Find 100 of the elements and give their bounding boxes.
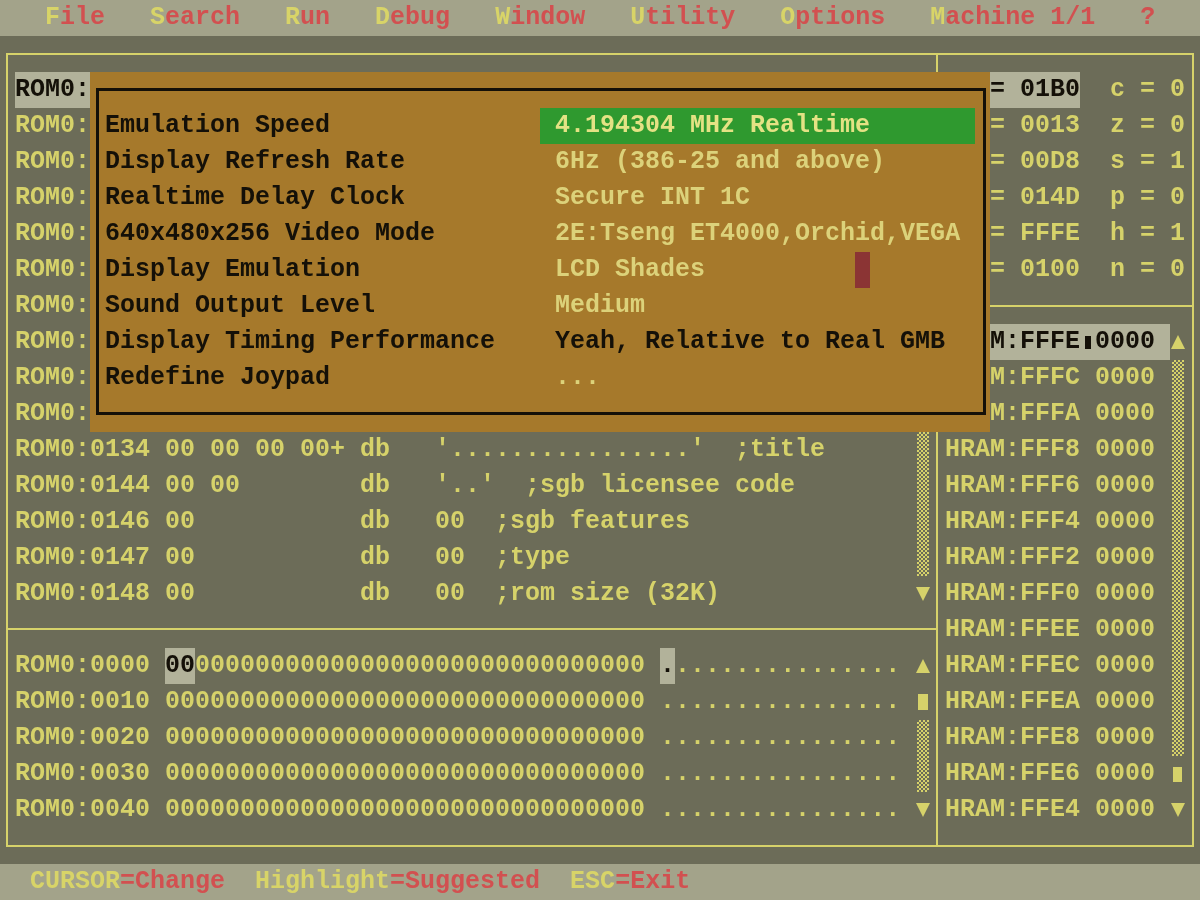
line-address: ROM0:: [15, 290, 90, 322]
operand: '................': [435, 434, 706, 466]
mnemonic: db: [360, 470, 391, 502]
line-address: ROM0:: [15, 398, 90, 430]
line-address: ROM0:0147: [15, 542, 151, 574]
hex-bytes: 00000000000000000000000000000000: [165, 794, 646, 826]
operand: '..': [435, 470, 496, 502]
down-arrow-icon[interactable]: [1170, 803, 1185, 817]
mnemonic: db: [360, 506, 391, 538]
selected-character[interactable]: .: [660, 648, 676, 684]
flag-value: s = 1: [1110, 146, 1186, 178]
hex-bytes: 00000000000000000000000000000000: [165, 722, 646, 754]
stack-entry[interactable]: HRAM:FFEE 0000: [945, 612, 1170, 648]
setting-label: Emulation Speed: [105, 110, 331, 142]
hex-address: ROM0:0000: [15, 650, 151, 682]
register-value[interactable]: = FFFE: [990, 216, 1080, 252]
scrollbar-thumb[interactable]: [1173, 766, 1182, 782]
ascii-text: ................: [660, 722, 901, 754]
line-address: ROM0:0146: [15, 506, 151, 538]
mnemonic: db: [360, 542, 391, 574]
hex-address: ROM0:0010: [15, 686, 151, 718]
setting-label: Display Timing Performance: [105, 326, 496, 358]
stack-entry[interactable]: HRAM:FFF2 0000: [945, 540, 1170, 576]
instruction-bytes: 00 00: [165, 470, 241, 502]
up-arrow-icon[interactable]: [1170, 335, 1185, 349]
comment: ;rom size (32K): [495, 578, 721, 610]
stack-entry[interactable]: HRAM:FFF8 0000: [945, 432, 1170, 468]
comment: ;type: [495, 542, 571, 574]
flag-value: n = 0: [1110, 254, 1186, 286]
stack-entry[interactable]: HRAM:FFE8 0000: [945, 720, 1170, 756]
setting-value[interactable]: 2E:Tseng ET4000,Orchid,VEGA: [555, 216, 961, 252]
stack-entry[interactable]: M:FFFA 0000: [990, 396, 1170, 432]
stack-entry[interactable]: HRAM:FFF6 0000: [945, 468, 1170, 504]
operand: 00: [435, 506, 466, 538]
instruction-bytes: 00: [165, 506, 196, 538]
line-address: ROM0:: [15, 182, 90, 214]
ascii-text: ................: [660, 686, 901, 718]
stack-entry[interactable]: HRAM:FFF0 0000: [945, 576, 1170, 612]
register-value[interactable]: = 00D8: [990, 144, 1080, 180]
line-address: ROM0:: [15, 72, 90, 108]
hex-address: ROM0:0020: [15, 722, 151, 754]
setting-label: Display Refresh Rate: [105, 146, 406, 178]
operand: 00: [435, 578, 466, 610]
ascii-text: ................: [660, 758, 901, 790]
stack-entry[interactable]: HRAM:FFEC 0000: [945, 648, 1170, 684]
selected-byte[interactable]: 00: [165, 648, 196, 684]
setting-label: 640x480x256 Video Mode: [105, 218, 436, 250]
down-arrow-icon[interactable]: [915, 803, 930, 817]
hex-address: ROM0:0030: [15, 758, 151, 790]
line-address: ROM0:: [15, 254, 90, 286]
stack-entry[interactable]: HRAM:FFEA 0000: [945, 684, 1170, 720]
up-arrow-icon[interactable]: [915, 659, 930, 673]
register-value[interactable]: = 0100: [990, 252, 1080, 288]
setting-label: Redefine Joypad: [105, 362, 331, 394]
setting-value[interactable]: Secure INT 1C: [555, 180, 751, 216]
hex-address: ROM0:0040: [15, 794, 151, 826]
setting-value[interactable]: 4.194304 MHz Realtime: [540, 108, 976, 144]
stack-entry[interactable]: HRAM:FFE6 0000: [945, 756, 1170, 792]
line-address: ROM0:0134: [15, 434, 151, 466]
line-address: ROM0:: [15, 110, 90, 142]
scrollbar-track[interactable]: [1171, 360, 1184, 756]
stack-entry[interactable]: M:FFFC 0000: [990, 360, 1170, 396]
hex-bytes: 000000000000000000000000000000: [195, 650, 646, 682]
hex-bytes: 00000000000000000000000000000000: [165, 758, 646, 790]
square-marker-icon: [1084, 336, 1091, 349]
setting-value[interactable]: Medium: [555, 288, 646, 324]
operand: 00: [435, 542, 466, 574]
setting-value[interactable]: ...: [555, 360, 601, 396]
comment: ;sgb licensee code: [525, 470, 796, 502]
line-address: ROM0:0148: [15, 578, 151, 610]
instruction-bytes: 00: [165, 542, 196, 574]
instruction-bytes: 00 00 00 00+: [165, 434, 346, 466]
setting-label: Realtime Delay Clock: [105, 182, 406, 214]
ascii-text: ...............: [675, 650, 901, 682]
setting-value[interactable]: Yeah, Relative to Real GMB: [555, 324, 946, 360]
instruction-bytes: 00: [165, 578, 196, 610]
setting-value[interactable]: 6Hz (386-25 and above): [555, 144, 886, 180]
register-value[interactable]: = 01B0: [990, 72, 1080, 108]
mnemonic: db: [360, 434, 391, 466]
flag-value: h = 1: [1110, 218, 1186, 250]
scrollbar-track[interactable]: [916, 720, 929, 792]
stack-entry[interactable]: HRAM:FFE4 0000: [945, 792, 1170, 828]
register-value[interactable]: = 014D: [990, 180, 1080, 216]
down-arrow-icon[interactable]: [915, 587, 930, 601]
line-address: ROM0:0144: [15, 470, 151, 502]
stack-entry[interactable]: M:FFFE 0000: [990, 324, 1170, 360]
flag-value: p = 0: [1110, 182, 1186, 214]
flag-value: z = 0: [1110, 110, 1186, 142]
flag-value: c = 0: [1110, 74, 1186, 106]
stack-entry[interactable]: HRAM:FFF4 0000: [945, 504, 1170, 540]
ascii-text: ................: [660, 794, 901, 826]
register-value[interactable]: = 0013: [990, 108, 1080, 144]
setting-label: Display Emulation: [105, 254, 361, 286]
comment: ;sgb features: [495, 506, 691, 538]
setting-label: Sound Output Level: [105, 290, 376, 322]
line-address: ROM0:: [15, 146, 90, 178]
scrollbar-track[interactable]: [916, 432, 929, 576]
setting-value[interactable]: LCD Shades: [555, 252, 706, 288]
hex-bytes: 00000000000000000000000000000000: [165, 686, 646, 718]
scrollbar-thumb[interactable]: [917, 694, 928, 710]
